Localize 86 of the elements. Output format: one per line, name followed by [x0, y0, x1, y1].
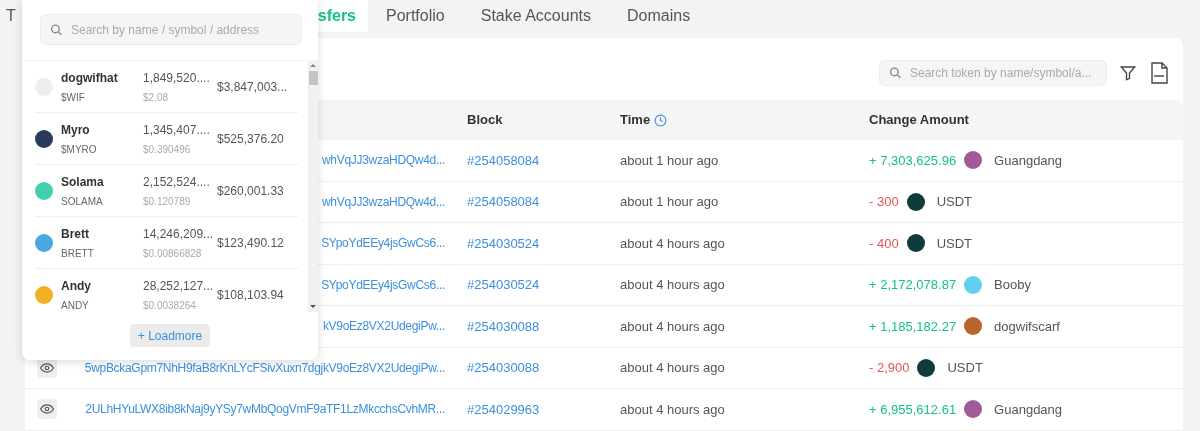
token-name: Brett: [61, 225, 90, 243]
signature-link[interactable]: 2ULhHYuLWX8ib8kNaj9yYSy7wMbQogVmF9aTF1LzMkcchsCvhMR...: [85, 400, 445, 419]
token-symbol: $MYRO: [61, 142, 98, 157]
token-amount: 1,849,520....: [143, 69, 211, 87]
token-name[interactable]: Booby: [994, 275, 1031, 295]
time-text: about 4 hours ago: [620, 277, 725, 292]
change-amount: - 2,900: [869, 359, 910, 377]
signature-link[interactable]: SYpoYdEEy4jsGwCs6...: [321, 234, 445, 253]
scrollbar-thumb[interactable]: [308, 71, 318, 85]
block-link[interactable]: #254030524: [467, 235, 540, 251]
time-text: about 4 hours ago: [620, 360, 725, 375]
tab[interactable]: Domains: [609, 0, 709, 32]
signature-link[interactable]: whVqJJ3wzaHDQw4d...: [322, 151, 445, 170]
token-value: $123,490.12: [217, 234, 284, 252]
token-value: $3,847,003...: [217, 78, 288, 96]
token-list-item[interactable]: Solama SOLAMA 2,152,524.... $0.120789 $260,001.33: [35, 165, 298, 217]
block-link[interactable]: #254058084: [467, 152, 540, 168]
time-text: about 4 hours ago: [620, 401, 725, 417]
token-symbol: $WIF: [61, 90, 86, 105]
token-amount: 14,246,209...: [143, 225, 215, 243]
token-symbol: BRETT: [61, 246, 95, 261]
scroll-up-icon[interactable]: [310, 64, 316, 67]
column-header: Block: [467, 112, 503, 128]
token-name: Solama: [61, 173, 105, 191]
signature-link[interactable]: whVqJJ3wzaHDQw4d...: [322, 192, 445, 211]
token-list-item[interactable]: Andy ANDY 28,252,127... $0.0038264 $108,103.94: [35, 269, 298, 312]
block-link[interactable]: #254029963: [467, 401, 540, 417]
token-name: Myro: [61, 121, 91, 139]
column-header: Change Amount: [869, 112, 969, 128]
token-name[interactable]: dogwifscarf: [994, 316, 1060, 336]
token-value: $260,001.33: [217, 182, 284, 200]
tab[interactable]: Stake Accounts: [462, 0, 609, 32]
token-name: dogwifhat: [61, 69, 119, 87]
clock-icon[interactable]: [654, 113, 668, 127]
token-name[interactable]: Guangdang: [994, 399, 1063, 419]
search-icon: [50, 23, 63, 36]
token-price: $0.0038264: [143, 298, 197, 312]
view-button[interactable]: [37, 399, 57, 420]
token-price: $2.08: [143, 90, 170, 105]
token-list-item[interactable]: Brett BRETT 14,246,209... $0.00866828 $123,490.12: [35, 217, 298, 269]
token-amount: 1,345,407....: [143, 121, 211, 139]
token-value: $525,376.20: [217, 130, 284, 148]
block-link[interactable]: #254030088: [467, 318, 540, 334]
change-amount: - 300: [869, 193, 899, 211]
token-price: $0.00866828: [143, 246, 203, 261]
token-name[interactable]: USDT: [936, 192, 973, 212]
token-name[interactable]: Guangdang: [994, 150, 1063, 170]
scrollbar[interactable]: [308, 61, 318, 312]
tab[interactable]: Portfolio: [368, 0, 463, 32]
token-name: Andy: [61, 277, 92, 295]
token-amount: 28,252,127...: [143, 277, 215, 295]
block-link[interactable]: #254030088: [467, 360, 540, 375]
token-name[interactable]: USDT: [936, 233, 973, 253]
block-link[interactable]: #254030524: [467, 277, 540, 292]
token-search-field[interactable]: Search token by name/symbol/a...: [879, 60, 1107, 86]
change-amount: - 400: [869, 234, 899, 253]
block-link[interactable]: #254058084: [467, 194, 540, 209]
change-amount: + 6,955,612.61: [869, 400, 957, 419]
eye-icon: [40, 360, 54, 375]
token-amount: 2,152,524....: [143, 173, 211, 191]
change-amount: + 2,172,078.87: [869, 276, 957, 294]
signature-link[interactable]: 5wpBckaGpm7NhH9faB8rKnLYcFSivXuxn7dgjkV9oEz8VX2UdegiPw...: [84, 358, 445, 377]
token-price: $0.390496: [143, 142, 192, 157]
token-symbol: ANDY: [61, 298, 90, 312]
time-text: about 1 hour ago: [620, 152, 719, 168]
token-symbol: SOLAMA: [61, 194, 104, 209]
column-header: Time: [620, 111, 651, 130]
signature-link[interactable]: SYpoYdEEy4jsGwCs6...: [321, 275, 445, 294]
time-text: about 4 hours ago: [620, 235, 725, 251]
token-list-item[interactable]: Myro $MYRO 1,345,407.... $0.390496 $525,376.20: [35, 113, 298, 165]
time-text: about 4 hours ago: [620, 318, 725, 334]
token-value: $108,103.94: [217, 286, 284, 304]
token-name[interactable]: USDT: [947, 358, 983, 378]
change-amount: + 1,185,182.27: [869, 317, 957, 336]
token-filter-field[interactable]: Search by name / symbol / address: [40, 14, 302, 45]
change-amount: + 7,303,625.96: [869, 151, 957, 170]
csv-file-icon[interactable]: [1149, 62, 1169, 84]
eye-icon: [40, 402, 54, 417]
token-list-item[interactable]: dogwifhat $WIF 1,849,520.... $2.08 $3,847,003...: [35, 61, 298, 113]
scroll-down-icon[interactable]: [310, 305, 316, 308]
time-text: about 1 hour ago: [620, 194, 719, 209]
token-price: $0.120789: [143, 194, 192, 209]
search-icon: [889, 66, 902, 80]
load-more-button[interactable]: + Loadmore: [129, 324, 211, 347]
filter-icon[interactable]: [1119, 64, 1137, 82]
signature-link[interactable]: kV9oEz8VX2UdegiPw...: [322, 317, 445, 336]
